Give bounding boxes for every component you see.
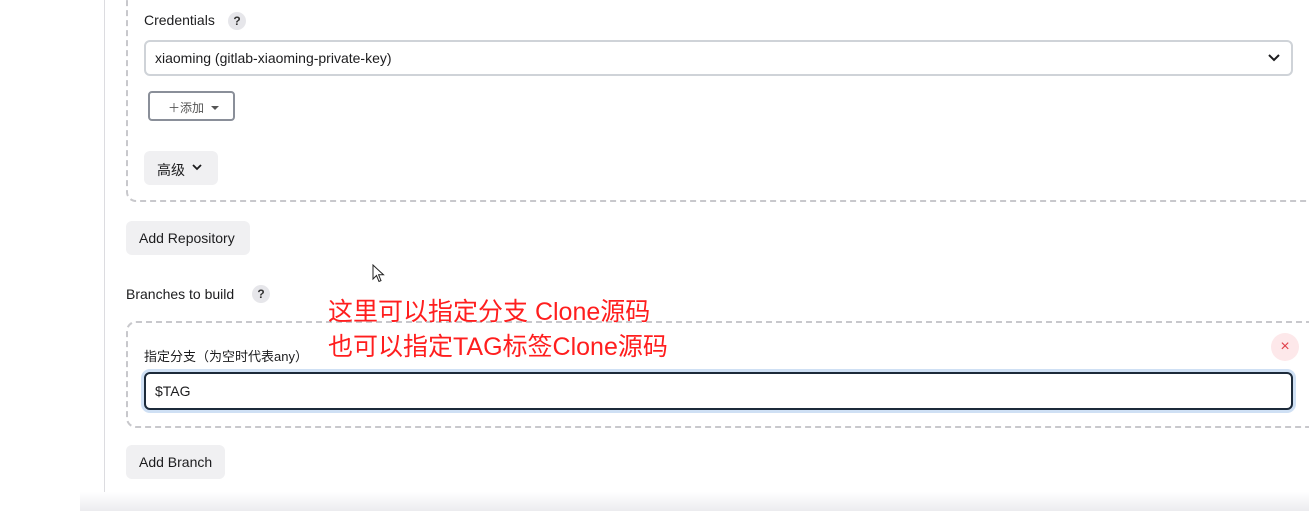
branch-specifier-label: 指定分支（为空时代表any） (144, 349, 308, 364)
credentials-label: Credentials (144, 12, 215, 28)
branches-to-build-label: Branches to build (126, 286, 235, 302)
annotation-line-2: 也可以指定TAG标签Clone源码 (328, 333, 668, 361)
credentials-select[interactable]: xiaoming (gitlab-xiaoming-private-key) (144, 40, 1293, 76)
branch-specifier-value: $TAG (155, 383, 191, 399)
bottom-toolbar (80, 492, 1309, 511)
add-branch-label: Add Branch (139, 454, 213, 470)
add-branch-button[interactable]: Add Branch (126, 445, 225, 479)
branch-specifier-input[interactable]: $TAG (144, 372, 1293, 410)
add-repository-button[interactable]: Add Repository (126, 221, 250, 255)
credentials-help-icon[interactable]: ? (228, 12, 246, 30)
chevron-down-icon (1268, 54, 1280, 62)
chevron-down-icon (192, 164, 202, 171)
advanced-label: 高级 (157, 162, 185, 178)
mouse-cursor-icon (372, 264, 385, 283)
credentials-selected-value: xiaoming (gitlab-xiaoming-private-key) (155, 50, 392, 66)
left-divider (104, 0, 105, 511)
branches-help-icon[interactable]: ? (252, 285, 270, 303)
add-repository-label: Add Repository (139, 230, 235, 246)
annotation-line-1: 这里可以指定分支 Clone源码 (328, 298, 651, 326)
add-credentials-button[interactable]: ＋添加 (148, 91, 235, 121)
add-credentials-label: ＋添加 (168, 101, 205, 115)
advanced-button[interactable]: 高级 (144, 151, 218, 185)
delete-branch-button[interactable]: × (1271, 333, 1299, 361)
caret-down-icon (211, 106, 219, 110)
repository-panel (126, 0, 1309, 202)
